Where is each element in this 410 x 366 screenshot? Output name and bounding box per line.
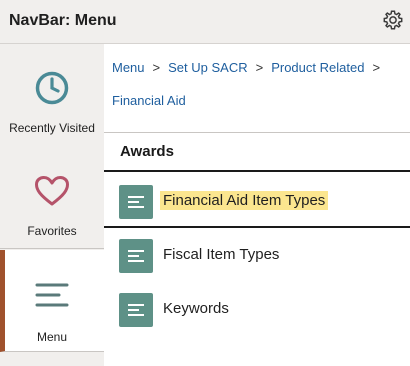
list-item-label: Financial Aid Item Types [160,191,329,210]
list-item-financial-aid-item-types[interactable]: Financial Aid Item Types [104,174,410,228]
breadcrumb-separator: > [372,59,381,75]
sidebar-item-label: Favorites [27,224,77,238]
list-item-keywords[interactable]: Keywords [104,282,410,336]
breadcrumb-separator: > [255,59,264,75]
navbar-sidebar: Recently Visited Favorites Menu [0,44,104,366]
sidebar-item-favorites[interactable]: Favorites [0,147,104,249]
list-item-fiscal-item-types[interactable]: Fiscal Item Types [104,228,410,282]
navbar-header: NavBar: Menu [0,0,410,44]
list-item-label: Keywords [163,300,229,317]
gear-icon[interactable] [382,9,404,31]
sidebar-item-recently-visited[interactable]: Recently Visited [0,44,104,146]
document-lines-icon [119,239,153,273]
section-title: Awards [120,143,174,160]
breadcrumb-link-set-up-sacr[interactable]: Set Up SACR [168,60,247,75]
sidebar-item-label: Recently Visited [9,121,95,135]
list-item-label: Fiscal Item Types [163,246,280,263]
breadcrumb-line-2: Financial Aid [112,91,186,109]
section-header: Awards [104,132,410,172]
breadcrumb-link-menu[interactable]: Menu [112,60,145,75]
breadcrumb: Menu > Set Up SACR > Product Related > [112,58,388,76]
sidebar-item-menu[interactable]: Menu [0,250,104,352]
menu-lines-icon [35,283,69,307]
heart-icon [35,176,69,206]
sidebar-item-label: Menu [36,330,68,344]
breadcrumb-separator: > [152,59,161,75]
clock-icon [35,71,69,105]
document-lines-icon [119,293,153,327]
document-lines-icon [119,185,153,219]
breadcrumb-link-product-related[interactable]: Product Related [271,60,364,75]
breadcrumb-link-financial-aid[interactable]: Financial Aid [112,93,186,108]
page-title: NavBar: Menu [9,12,117,29]
